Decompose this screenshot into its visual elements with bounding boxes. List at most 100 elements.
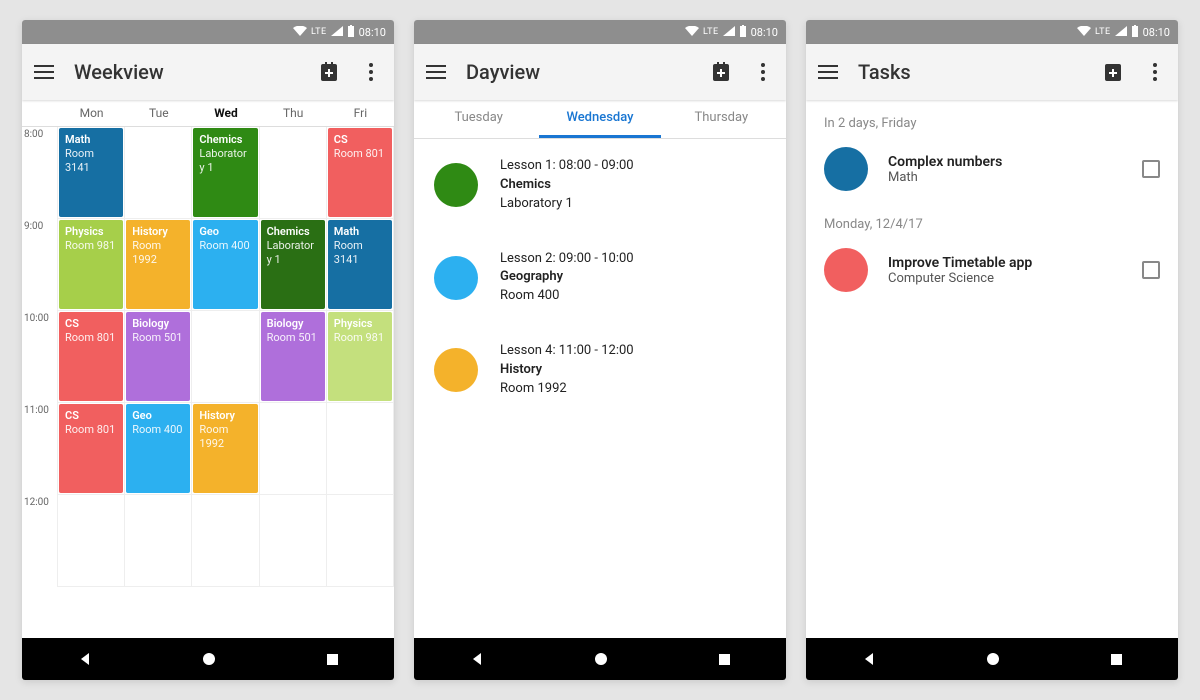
dayview-content: TuesdayWednesdayThursday Lesson 1: 08:00…: [414, 100, 786, 638]
menu-icon[interactable]: [34, 65, 54, 79]
week-day-header[interactable]: Thu: [260, 100, 327, 126]
hour-label: 9:00: [22, 219, 58, 311]
event-block[interactable]: BiologyRoom 501: [126, 312, 190, 401]
day-tab[interactable]: Wednesday: [539, 100, 660, 138]
add-event-button[interactable]: [710, 61, 732, 83]
lesson-item[interactable]: Lesson 4: 11:00 - 12:00HistoryRoom 1992: [414, 324, 786, 417]
calendar-slot[interactable]: [327, 495, 394, 587]
calendar-slot[interactable]: HistoryRoom 1992: [125, 219, 192, 311]
lesson-time-label: Lesson 1: 08:00 - 09:00: [500, 157, 634, 176]
day-tab[interactable]: Tuesday: [418, 100, 539, 138]
home-button[interactable]: [202, 652, 216, 666]
calendar-slot[interactable]: [192, 495, 259, 587]
phone-tasks: LTE 08:10 Tasks In 2 days, FridayComplex…: [806, 20, 1178, 680]
event-block[interactable]: CSRoom 801: [59, 312, 123, 401]
task-checkbox[interactable]: [1142, 261, 1160, 279]
event-block[interactable]: ChemicsLaboratory 1: [193, 128, 257, 217]
tasks-content[interactable]: In 2 days, FridayComplex numbersMathMond…: [806, 100, 1178, 638]
event-block[interactable]: GeoRoom 400: [126, 404, 190, 493]
week-day-header[interactable]: Wed: [192, 100, 259, 126]
clock-label: 08:10: [751, 26, 778, 39]
calendar-slot[interactable]: [125, 495, 192, 587]
toolbar: Weekview: [22, 44, 394, 100]
calendar-slot[interactable]: [260, 127, 327, 219]
lesson-subject: Chemics: [500, 176, 634, 195]
calendar-slot[interactable]: ChemicsLaboratory 1: [192, 127, 259, 219]
task-item[interactable]: Improve Timetable appComputer Science: [806, 238, 1178, 302]
calendar-slot[interactable]: [58, 495, 125, 587]
back-button[interactable]: [77, 651, 93, 667]
day-tab[interactable]: Thursday: [661, 100, 782, 138]
task-checkbox[interactable]: [1142, 160, 1160, 178]
calendar-slot[interactable]: CSRoom 801: [327, 127, 394, 219]
calendar-slot[interactable]: BiologyRoom 501: [260, 311, 327, 403]
lesson-subject: History: [500, 361, 634, 380]
overflow-menu-icon[interactable]: [752, 61, 774, 83]
event-block[interactable]: HistoryRoom 1992: [193, 404, 257, 493]
week-day-header[interactable]: Tue: [125, 100, 192, 126]
home-button[interactable]: [594, 652, 608, 666]
calendar-slot[interactable]: [125, 127, 192, 219]
home-button[interactable]: [986, 652, 1000, 666]
lesson-item[interactable]: Lesson 1: 08:00 - 09:00ChemicsLaboratory…: [414, 139, 786, 232]
event-block[interactable]: CSRoom 801: [328, 128, 392, 217]
event-block[interactable]: BiologyRoom 501: [261, 312, 325, 401]
event-block[interactable]: GeoRoom 400: [193, 220, 257, 309]
menu-icon[interactable]: [426, 65, 446, 79]
task-subject: Computer Science: [888, 271, 1122, 286]
recent-button[interactable]: [1110, 653, 1123, 666]
event-location: Room 981: [65, 239, 117, 253]
calendar-slot[interactable]: BiologyRoom 501: [125, 311, 192, 403]
event-subject: CS: [334, 133, 386, 147]
recent-button[interactable]: [718, 653, 731, 666]
calendar-slot[interactable]: PhysicsRoom 981: [327, 311, 394, 403]
week-day-header[interactable]: Fri: [327, 100, 394, 126]
subject-color-icon: [434, 348, 478, 392]
event-block[interactable]: CSRoom 801: [59, 404, 123, 493]
event-location: Room 3141: [65, 147, 117, 175]
page-title: Weekview: [74, 60, 298, 84]
event-block[interactable]: ChemicsLaboratory 1: [261, 220, 325, 309]
lesson-list[interactable]: Lesson 1: 08:00 - 09:00ChemicsLaboratory…: [414, 139, 786, 417]
calendar-slot[interactable]: MathRoom 3141: [58, 127, 125, 219]
subject-color-icon: [824, 248, 868, 292]
event-subject: Math: [334, 225, 386, 239]
task-section-header: In 2 days, Friday: [806, 100, 1178, 137]
back-button[interactable]: [469, 651, 485, 667]
event-block[interactable]: MathRoom 3141: [59, 128, 123, 217]
overflow-menu-icon[interactable]: [360, 61, 382, 83]
event-block[interactable]: PhysicsRoom 981: [59, 220, 123, 309]
calendar-slot[interactable]: [260, 495, 327, 587]
lesson-item[interactable]: Lesson 2: 09:00 - 10:00GeographyRoom 400: [414, 232, 786, 325]
status-bar: LTE 08:10: [414, 20, 786, 44]
lesson-text: Lesson 2: 09:00 - 10:00GeographyRoom 400: [500, 250, 634, 307]
calendar-slot[interactable]: CSRoom 801: [58, 311, 125, 403]
event-block[interactable]: HistoryRoom 1992: [126, 220, 190, 309]
back-button[interactable]: [861, 651, 877, 667]
calendar-slot[interactable]: [260, 403, 327, 495]
week-day-header[interactable]: Mon: [58, 100, 125, 126]
page-title: Dayview: [466, 60, 690, 84]
calendar-slot[interactable]: ChemicsLaboratory 1: [260, 219, 327, 311]
menu-icon[interactable]: [818, 65, 838, 79]
add-event-button[interactable]: [318, 61, 340, 83]
calendar-slot[interactable]: MathRoom 3141: [327, 219, 394, 311]
calendar-slot[interactable]: CSRoom 801: [58, 403, 125, 495]
hour-label: 11:00: [22, 403, 58, 495]
event-block[interactable]: MathRoom 3141: [328, 220, 392, 309]
event-location: Room 3141: [334, 239, 386, 267]
calendar-slot[interactable]: [327, 403, 394, 495]
overflow-menu-icon[interactable]: [1144, 61, 1166, 83]
event-block[interactable]: PhysicsRoom 981: [328, 312, 392, 401]
calendar-slot[interactable]: [192, 311, 259, 403]
task-item[interactable]: Complex numbersMath: [806, 137, 1178, 201]
recent-button[interactable]: [326, 653, 339, 666]
calendar-slot[interactable]: PhysicsRoom 981: [58, 219, 125, 311]
calendar-slot[interactable]: GeoRoom 400: [192, 219, 259, 311]
week-grid[interactable]: 8:00MathRoom 3141ChemicsLaboratory 1CSRo…: [22, 127, 394, 587]
event-subject: History: [199, 409, 251, 423]
calendar-slot[interactable]: HistoryRoom 1992: [192, 403, 259, 495]
calendar-slot[interactable]: GeoRoom 400: [125, 403, 192, 495]
status-bar: LTE 08:10: [22, 20, 394, 44]
add-task-button[interactable]: [1102, 61, 1124, 83]
